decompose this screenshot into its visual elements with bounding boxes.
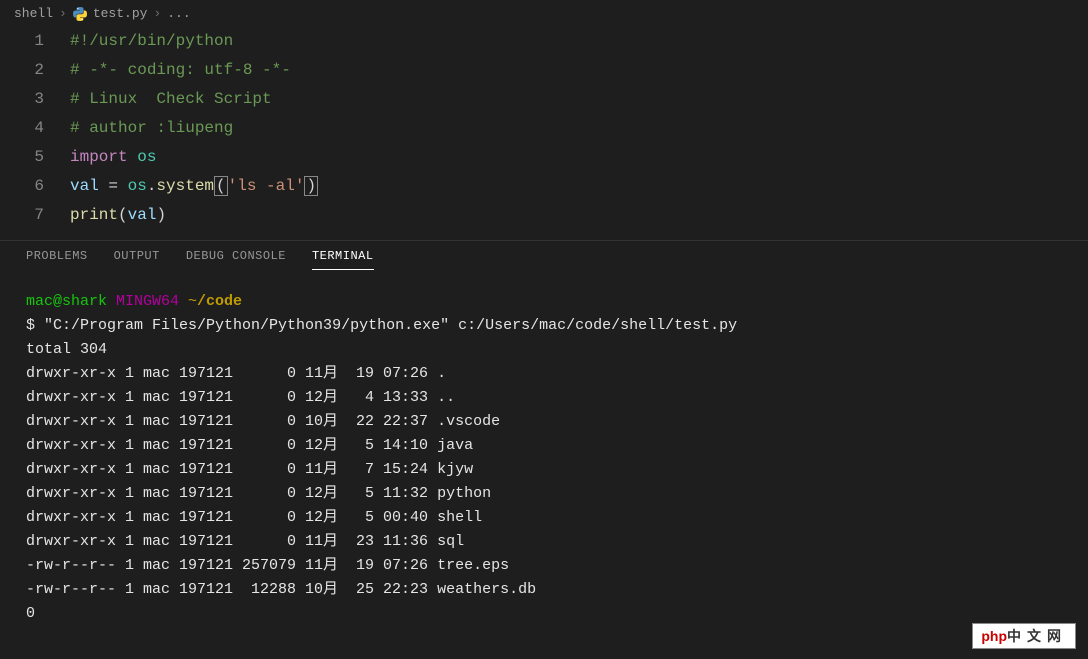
- line-number: 2: [0, 56, 70, 85]
- line-number: 1: [0, 27, 70, 56]
- terminal-output-line: drwxr-xr-x 1 mac 197121 0 11月 7 15:24 kj…: [26, 458, 1062, 482]
- terminal-output-line: drwxr-xr-x 1 mac 197121 0 11月 23 11:36 s…: [26, 530, 1062, 554]
- breadcrumb[interactable]: shell › test.py › ...: [0, 0, 1088, 27]
- terminal-panel[interactable]: mac@shark MINGW64 ~/code $ "C:/Program F…: [0, 276, 1088, 640]
- prompt-dollar: $: [26, 317, 44, 334]
- comment-text: # -*- coding: utf-8 -*-: [70, 61, 291, 79]
- line-number: 6: [0, 172, 70, 201]
- terminal-output-line: drwxr-xr-x 1 mac 197121 0 12月 5 00:40 sh…: [26, 506, 1062, 530]
- chevron-right-icon: ›: [153, 6, 161, 21]
- prompt-user: mac@shark: [26, 293, 107, 310]
- terminal-output-line: drwxr-xr-x 1 mac 197121 0 10月 22 22:37 .…: [26, 410, 1062, 434]
- watermark-rest: 中文网: [1007, 628, 1067, 644]
- breadcrumb-file[interactable]: test.py: [93, 6, 148, 21]
- module-text: os: [128, 148, 157, 166]
- watermark-badge: php中文网: [972, 623, 1076, 649]
- keyword-text: import: [70, 148, 128, 166]
- terminal-output-line: 0: [26, 602, 1062, 626]
- prompt-sys: MINGW64: [107, 293, 179, 310]
- chevron-right-icon: ›: [59, 6, 67, 21]
- punct-text: (: [118, 206, 128, 224]
- tab-problems[interactable]: PROBLEMS: [26, 249, 88, 270]
- watermark-php: php: [981, 628, 1007, 644]
- line-number: 7: [0, 201, 70, 230]
- bracket-highlight: (: [214, 176, 228, 196]
- comment-text: # author :liupeng: [70, 119, 233, 137]
- comment-text: #!/usr/bin/python: [70, 32, 233, 50]
- tab-debug-console[interactable]: DEBUG CONSOLE: [186, 249, 286, 270]
- line-number: 4: [0, 114, 70, 143]
- terminal-output-line: drwxr-xr-x 1 mac 197121 0 12月 4 13:33 ..: [26, 386, 1062, 410]
- var-text: val: [128, 206, 157, 224]
- operator-text: =: [108, 177, 127, 195]
- tab-output[interactable]: OUTPUT: [114, 249, 160, 270]
- tab-terminal[interactable]: TERMINAL: [312, 249, 374, 270]
- terminal-output-line: -rw-r--r-- 1 mac 197121 257079 11月 19 07…: [26, 554, 1062, 578]
- function-text: system: [156, 177, 214, 195]
- code-content[interactable]: #!/usr/bin/python # -*- coding: utf-8 -*…: [70, 27, 1088, 230]
- terminal-command-line: $ "C:/Program Files/Python/Python39/pyth…: [26, 314, 1062, 338]
- var-text: val: [70, 177, 108, 195]
- code-line[interactable]: val = os.system('ls -al'): [70, 172, 1088, 201]
- code-line[interactable]: # Linux Check Script: [70, 85, 1088, 114]
- function-text: print: [70, 206, 118, 224]
- line-number: 3: [0, 85, 70, 114]
- terminal-output-line: drwxr-xr-x 1 mac 197121 0 12月 5 14:10 ja…: [26, 434, 1062, 458]
- code-line[interactable]: #!/usr/bin/python: [70, 27, 1088, 56]
- line-number: 5: [0, 143, 70, 172]
- string-text: 'ls -al': [228, 177, 305, 195]
- code-line[interactable]: import os: [70, 143, 1088, 172]
- terminal-output-line: drwxr-xr-x 1 mac 197121 0 12月 5 11:32 py…: [26, 482, 1062, 506]
- punct-text: .: [147, 177, 157, 195]
- punct-text: ): [156, 206, 166, 224]
- code-line[interactable]: # -*- coding: utf-8 -*-: [70, 56, 1088, 85]
- terminal-command: "C:/Program Files/Python/Python39/python…: [44, 317, 737, 334]
- prompt-tilde: ~: [179, 293, 197, 310]
- terminal-prompt-line: mac@shark MINGW64 ~/code: [26, 290, 1062, 314]
- terminal-output-line: -rw-r--r-- 1 mac 197121 12288 10月 25 22:…: [26, 578, 1062, 602]
- breadcrumb-tail[interactable]: ...: [167, 6, 190, 21]
- code-line[interactable]: print(val): [70, 201, 1088, 230]
- code-line[interactable]: # author :liupeng: [70, 114, 1088, 143]
- line-number-gutter: 1 2 3 4 5 6 7: [0, 27, 70, 230]
- code-editor[interactable]: 1 2 3 4 5 6 7 #!/usr/bin/python # -*- co…: [0, 27, 1088, 240]
- python-icon: [73, 7, 87, 21]
- prompt-path: /code: [197, 293, 242, 310]
- breadcrumb-folder[interactable]: shell: [14, 6, 53, 21]
- bracket-highlight: ): [304, 176, 318, 196]
- terminal-output-line: drwxr-xr-x 1 mac 197121 0 11月 19 07:26 .: [26, 362, 1062, 386]
- terminal-output-line: total 304: [26, 338, 1062, 362]
- panel-tabs: PROBLEMS OUTPUT DEBUG CONSOLE TERMINAL: [0, 240, 1088, 276]
- comment-text: # Linux Check Script: [70, 90, 272, 108]
- module-text: os: [128, 177, 147, 195]
